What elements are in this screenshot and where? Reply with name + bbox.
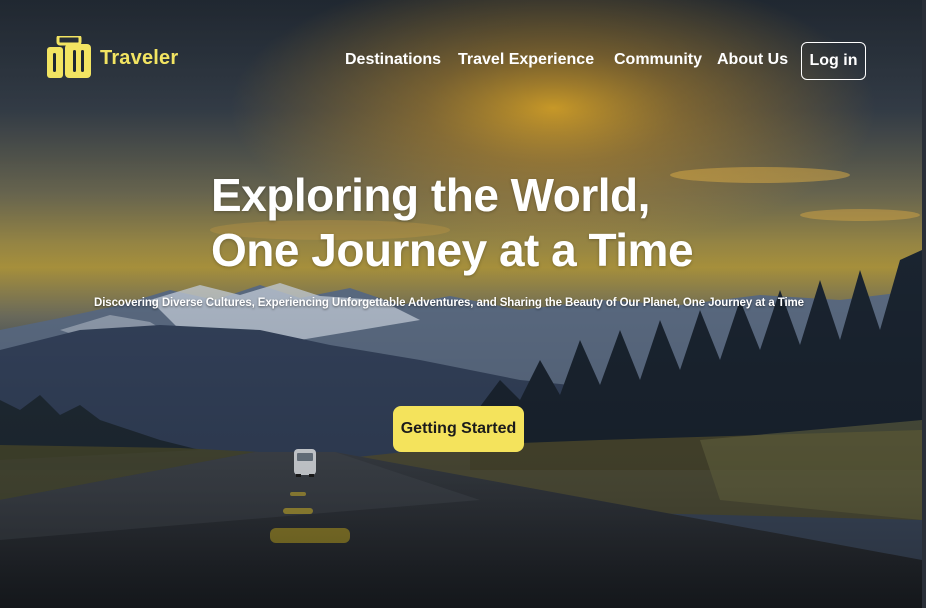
nav-link-destinations[interactable]: Destinations	[345, 51, 441, 69]
nav-link-community[interactable]: Community	[614, 51, 702, 69]
window-edge	[922, 0, 926, 608]
top-navigation: Traveler Destinations Travel Experience …	[0, 0, 922, 120]
hero-headline-line-2: One Journey at a Time	[211, 224, 694, 276]
hero-headline: Exploring the World, One Journey at a Ti…	[211, 168, 694, 278]
hero-subheadline: Discovering Diverse Cultures, Experienci…	[94, 297, 804, 309]
brand-name: Traveler	[100, 46, 179, 69]
brand-logo[interactable]: Traveler	[46, 36, 178, 80]
hero-headline-line-1: Exploring the World,	[211, 169, 650, 221]
luggage-icon	[47, 36, 91, 78]
login-button[interactable]: Log in	[801, 42, 866, 80]
nav-link-travel-experience[interactable]: Travel Experience	[458, 51, 594, 69]
nav-link-about-us[interactable]: About Us	[717, 51, 788, 69]
getting-started-button[interactable]: Getting Started	[393, 406, 524, 452]
hero-section: Traveler Destinations Travel Experience …	[0, 0, 922, 608]
